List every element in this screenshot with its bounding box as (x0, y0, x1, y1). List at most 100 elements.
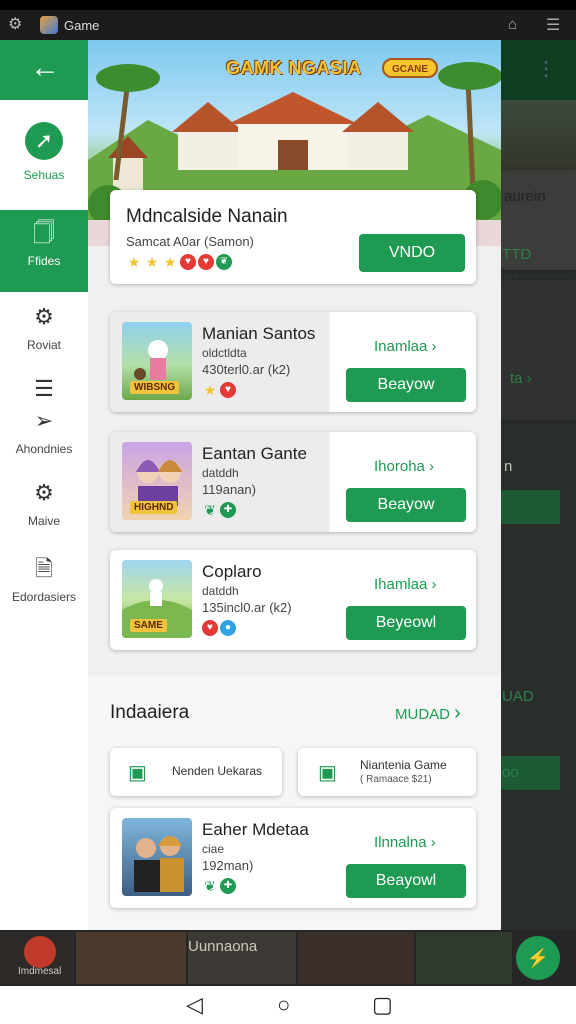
game-meta: datddh (202, 584, 239, 598)
badge-icon: ⚙ (34, 480, 54, 505)
details-link[interactable]: Ihoroha › (374, 458, 434, 475)
carousel-tile[interactable] (416, 932, 512, 984)
game-thumbnail: HIGHND (122, 442, 192, 520)
game-meta: 135incl0.ar (k2) (202, 600, 292, 615)
featured-button[interactable]: VNDO (359, 234, 465, 272)
back-button[interactable]: ← (0, 40, 88, 100)
chevron-right-icon: › (431, 576, 437, 593)
details-link[interactable]: Ihamlaa › (374, 576, 437, 593)
bottom-carousel: Imdmesal Uunnaona ⚡ (0, 930, 576, 986)
thumbnail-tag: WIBSNG (130, 381, 180, 394)
carousel-tile[interactable] (298, 932, 414, 984)
list-icon: ☰ (34, 376, 54, 401)
gift-icon: ▣ (128, 762, 147, 784)
game-meta: oldctldta (202, 346, 247, 360)
section-more-link[interactable]: MUDAD › (395, 702, 461, 725)
game-thumbnail: SAME (122, 560, 192, 638)
share-icon: ➚ (25, 122, 63, 160)
heart-icon: ♥ (202, 620, 218, 636)
game-card[interactable]: WIBSNG Manian Santos oldctldta 430terl0.… (110, 312, 476, 412)
back-arrow-icon: ← (30, 51, 60, 84)
badge-icon: ● (220, 620, 236, 636)
game-meta: 430terl0.ar (k2) (202, 362, 291, 377)
game-title: Eaher Mdetaa (202, 820, 309, 839)
section-title: Indaaiera (110, 702, 190, 723)
carousel-tile[interactable] (76, 932, 186, 984)
game-card[interactable]: HIGHND Eantan Gante datddh 119anan) ❦ ✚ I… (110, 432, 476, 532)
app-icon (40, 16, 58, 34)
background-text: aurein (504, 188, 546, 205)
chip-card[interactable]: ▣ Nenden Uekaras (110, 748, 282, 796)
thumbnail-tag: SAME (130, 619, 167, 632)
sidebar-item-ffides[interactable]: 🗍 Ffides (0, 210, 88, 292)
document-icon: 🗎 (35, 556, 53, 581)
background-header: ⋮ (500, 40, 576, 100)
back-nav-icon[interactable]: ◁ (186, 992, 203, 1018)
badge-icon: ✚ (220, 502, 236, 518)
thumbnail-art (134, 836, 184, 892)
play-button[interactable]: Beayow (346, 368, 466, 402)
background-button (500, 490, 560, 524)
gear-icon: ⚙ (34, 304, 54, 329)
sidebar-item-sehuas[interactable]: ➚ Sehuas (0, 122, 88, 182)
chevron-right-icon: › (454, 702, 461, 724)
game-meta: 192man) (202, 858, 254, 873)
sidebar-item-label: Sehuas (23, 168, 65, 182)
game-meta: datddh (202, 466, 239, 480)
chip-card[interactable]: ▣ Niantenia Game ( Ramaace $21) (298, 748, 476, 796)
game-meta: ciae (202, 842, 225, 856)
thumbnail-tag: HIGHND (130, 501, 178, 514)
background-app: ⋮ aurein TTD A) an ta › n UAD oo (500, 40, 576, 930)
chevron-right-icon: › (430, 834, 436, 851)
heart-icon: ♥ (180, 254, 196, 270)
settings-icon[interactable]: ⚙ (8, 16, 26, 34)
game-card[interactable]: Eaher Mdetaa ciae 192man) ❦ ✚ Ilnnalna › … (110, 808, 476, 908)
menu-icon[interactable]: ☰ (546, 15, 560, 35)
sidebar-item-label: Maive (27, 514, 60, 528)
star-icon: ★ (163, 254, 177, 270)
details-link[interactable]: Ilnnalna › (374, 834, 436, 851)
featured-subtitle: Samcat A0ar (Samon) (126, 234, 254, 249)
play-button[interactable]: Beayowl (346, 864, 466, 898)
play-button[interactable]: Beyeowl (346, 606, 466, 640)
sidebar-item-label: Ffides (27, 254, 61, 268)
window-title-bar: ⚙ Game ⌂ ☰ (0, 10, 576, 40)
recents-nav-icon[interactable]: ▢ (372, 992, 393, 1018)
status-bar (0, 0, 576, 10)
star-icon: ★ (203, 382, 217, 398)
section-container: Indaaiera MUDAD › ▣ Nenden Uekaras ▣ Nia… (88, 676, 501, 930)
sidebar-item-ahondnies[interactable]: ☰ ➢ Ahondnies (0, 374, 88, 456)
game-thumbnail (122, 818, 192, 896)
game-title: Coplaro (202, 562, 262, 581)
carousel-action-icon[interactable]: ⚡ (516, 936, 560, 980)
sidebar: ← ➚ Sehuas 🗍 Ffides ⚙ Roviat ☰ ➢ Ahondni… (0, 40, 88, 930)
featured-card[interactable]: Mdncalside Nanain Samcat A0ar (Samon) ★ ★… (110, 190, 476, 284)
background-text: UAD (502, 688, 534, 705)
gift-icon: ▣ (318, 762, 337, 784)
badge-row: ★ ♥ (202, 382, 238, 398)
game-meta: 119anan) (202, 482, 256, 497)
banner-badge: GCANE (382, 58, 438, 78)
chevron-right-icon: › (429, 458, 435, 475)
carousel-label: Uunnaona (188, 938, 258, 955)
home-nav-icon[interactable]: ○ (277, 992, 290, 1018)
featured-title: Mdncalside Nanain (126, 206, 288, 227)
home-icon[interactable]: ⌂ (508, 16, 517, 33)
sidebar-item-label: Ahondnies (15, 442, 73, 456)
details-link[interactable]: Inamlaa › (374, 338, 437, 355)
badge-row: ❦ ✚ (202, 878, 238, 894)
leaf-icon: ❦ (204, 502, 216, 518)
rating-row: ★ ★ ★ ♥ ♥ ❦ (126, 254, 234, 270)
sidebar-item-edordasiers[interactable]: 🗎 Edordasiers (0, 554, 88, 604)
play-button[interactable]: Beayow (346, 488, 466, 522)
background-text: A) (504, 272, 519, 289)
carousel-badge (24, 936, 56, 968)
chip-sublabel: ( Ramaace $21) (360, 774, 432, 785)
sidebar-item-roviat[interactable]: ⚙ Roviat (0, 302, 88, 352)
navigation-bar: ◁ ○ ▢ (0, 986, 576, 1024)
badge-icon: ✚ (220, 878, 236, 894)
chip-label: Niantenia Game (360, 758, 447, 772)
sidebar-item-maive[interactable]: ⚙ Maive (0, 478, 88, 528)
game-card[interactable]: SAME Coplaro datddh 135incl0.ar (k2) ♥ ● … (110, 550, 476, 650)
background-chevron: ta › (510, 370, 532, 387)
